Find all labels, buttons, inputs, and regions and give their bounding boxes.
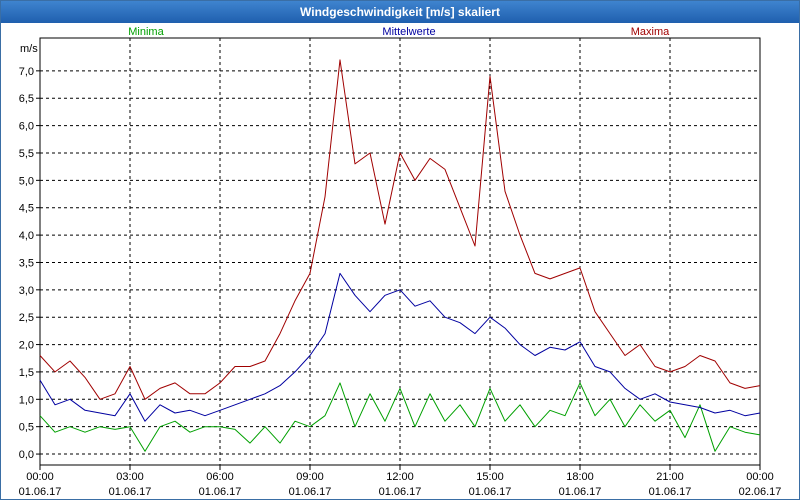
axes [36, 37, 761, 470]
x-tick-date: 01.06.17 [19, 486, 62, 498]
y-tick-label: 4,0 [19, 230, 34, 242]
x-tick-date: 01.06.17 [559, 486, 602, 498]
x-tick-date: 02.06.17 [739, 486, 782, 498]
x-tick-time: 00:00 [26, 471, 54, 483]
x-tick-time: 06:00 [206, 471, 234, 483]
y-tick-label: 6,0 [19, 121, 34, 133]
y-tick-label: 2,5 [19, 312, 34, 324]
wind-speed-chart: 0,0 0,5 1,0 1,5 2,0 2,5 3,0 3,5 4,0 4,5 5,0 5,5 6,0 6… [19, 26, 782, 498]
x-tick-time: 18:00 [566, 471, 594, 483]
x-tick-time: 21:00 [656, 471, 684, 483]
y-tick-label: 1,0 [19, 394, 34, 406]
y-tick-label: 5,0 [19, 175, 34, 187]
x-tick-date: 01.06.17 [379, 486, 422, 498]
y-tick-label: 4,5 [19, 203, 34, 215]
y-tick-label: 3,5 [19, 257, 34, 269]
y-axis-label: m/s [20, 43, 38, 55]
x-tick-time: 03:00 [116, 471, 144, 483]
y-tick-label: 3,0 [19, 285, 34, 297]
y-tick-label: 1,5 [19, 367, 34, 379]
x-tick-time: 00:00 [746, 471, 774, 483]
legend-maxima: Maxima [631, 26, 670, 38]
y-tick-labels: 0,0 0,5 1,0 1,5 2,0 2,5 3,0 3,5 4,0 4,5 5,0 5,5 6,0 6… [19, 66, 34, 461]
x-tick-date: 01.06.17 [199, 486, 242, 498]
x-tick-time: 09:00 [296, 471, 324, 483]
x-tick-date: 01.06.17 [109, 486, 152, 498]
legend: Minima Mittelwerte Maxima [128, 26, 670, 38]
x-tick-time: 15:00 [476, 471, 504, 483]
x-tick-time: 12:00 [386, 471, 414, 483]
y-tick-label: 7,0 [19, 66, 34, 78]
y-tick-label: 5,5 [19, 148, 34, 160]
legend-minima: Minima [128, 26, 164, 38]
y-tick-label: 2,0 [19, 340, 34, 352]
y-tick-label: 0,5 [19, 422, 34, 434]
x-tick-date: 01.06.17 [289, 486, 332, 498]
x-tick-labels: 00:00 01.06.17 03:00 01.06.17 06:00 01.06.17 0… [19, 471, 782, 498]
y-tick-label: 0,0 [19, 449, 34, 461]
x-tick-date: 01.06.17 [649, 486, 692, 498]
grid [40, 38, 760, 465]
x-tick-date: 01.06.17 [469, 486, 512, 498]
y-tick-label: 6,5 [19, 93, 34, 105]
legend-mittelwerte: Mittelwerte [382, 26, 435, 38]
